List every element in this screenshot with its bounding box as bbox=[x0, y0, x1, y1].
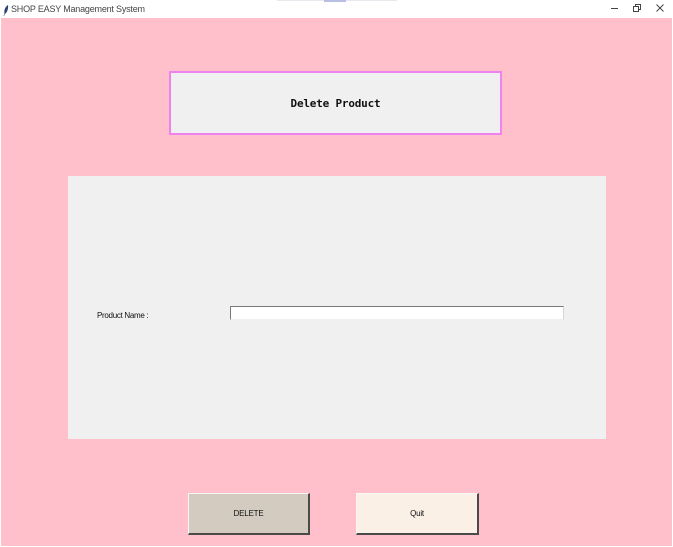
delete-form-panel: Product Name : bbox=[68, 176, 606, 439]
close-button[interactable] bbox=[649, 0, 671, 16]
minimize-icon bbox=[611, 8, 618, 9]
restore-icon bbox=[633, 4, 641, 12]
restore-button[interactable] bbox=[626, 0, 648, 16]
feather-icon bbox=[3, 3, 9, 16]
app-window: SHOP EASY Management System Delete Produ… bbox=[0, 0, 673, 547]
window-content: Delete Product Product Name : DELETE Qui… bbox=[1, 18, 672, 546]
quit-button[interactable]: Quit bbox=[356, 493, 479, 535]
window-title: SHOP EASY Management System bbox=[11, 4, 145, 14]
title-bar[interactable]: SHOP EASY Management System bbox=[0, 0, 673, 18]
product-name-input[interactable] bbox=[230, 306, 564, 320]
minimize-button[interactable] bbox=[604, 0, 626, 16]
delete-button-label: DELETE bbox=[233, 509, 264, 518]
page-title: Delete Product bbox=[290, 96, 381, 110]
close-icon bbox=[656, 4, 664, 12]
title-bar-accent bbox=[324, 0, 346, 2]
delete-button[interactable]: DELETE bbox=[188, 493, 310, 535]
page-header: Delete Product bbox=[169, 71, 502, 135]
quit-button-label: Quit bbox=[410, 509, 424, 518]
product-name-label: Product Name : bbox=[97, 311, 149, 320]
